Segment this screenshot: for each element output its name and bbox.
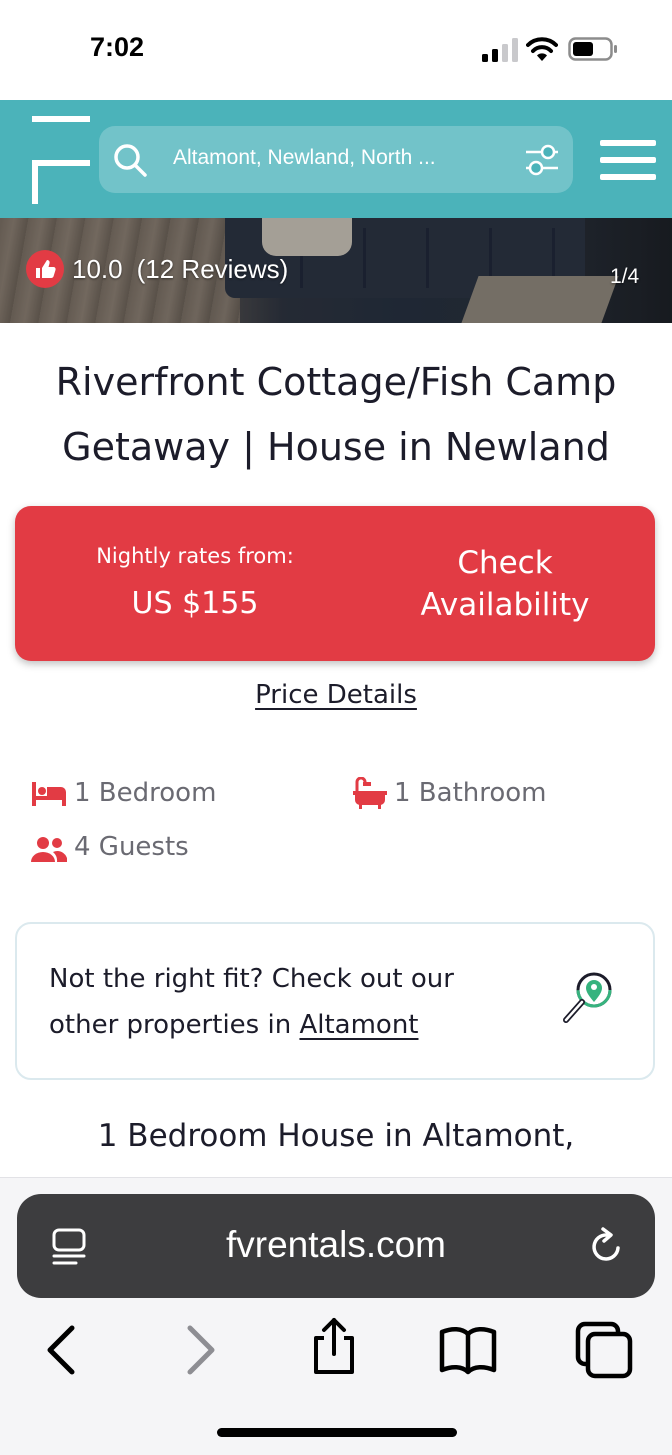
site-logo-icon[interactable]: [30, 116, 92, 204]
url-text[interactable]: fvrentals.com: [17, 1224, 655, 1266]
nightly-rate-label: Nightly rates from:: [96, 544, 294, 568]
battery-icon: [568, 37, 617, 61]
status-time: 7:02: [90, 32, 145, 62]
fit-text-line-2: other properties in Altamont: [49, 1010, 419, 1040]
share-icon[interactable]: [304, 1316, 364, 1376]
cellular-signal-icon: [482, 38, 518, 62]
forward-icon[interactable]: [170, 1320, 230, 1380]
guests-icon: [31, 837, 67, 862]
tabs-icon[interactable]: [574, 1320, 634, 1380]
reload-icon[interactable]: [585, 1226, 627, 1268]
home-indicator: [217, 1428, 457, 1437]
fit-text-line-1: Not the right fit? Check out our: [49, 964, 454, 994]
rating-summary: 10.0 (12 Reviews): [72, 254, 288, 285]
nightly-price: US $155: [131, 586, 259, 621]
bathtub-icon: [353, 777, 387, 809]
review-count[interactable]: (12 Reviews): [137, 254, 289, 284]
bookmarks-icon[interactable]: [438, 1320, 498, 1380]
wifi-icon: [526, 37, 558, 61]
rating-score: 10.0: [72, 254, 123, 284]
filter-icon[interactable]: [524, 143, 560, 177]
listing-title: Riverfront Cottage/Fish Camp Getaway | H…: [55, 360, 617, 469]
price-details-link[interactable]: Price Details: [0, 680, 672, 710]
hamburger-menu-icon[interactable]: [600, 138, 656, 182]
other-properties-card: [15, 922, 655, 1080]
guest-count: 4 Guests: [74, 832, 189, 862]
back-icon[interactable]: [30, 1320, 90, 1380]
check-availability-button[interactable]: Check Availability: [380, 542, 630, 626]
fit-text-prefix: other properties in: [49, 1010, 300, 1040]
bathroom-count: 1 Bathroom: [394, 778, 547, 808]
section-heading: 1 Bedroom House in Altamont,: [97, 1118, 575, 1154]
map-search-icon: [563, 972, 612, 1023]
bedroom-count: 1 Bedroom: [74, 778, 217, 808]
bed-icon: [32, 782, 66, 806]
search-input[interactable]: Altamont, Newland, North ...: [173, 146, 436, 170]
altamont-link[interactable]: Altamont: [299, 1010, 418, 1040]
thumbs-up-icon: [26, 250, 64, 288]
search-icon: [114, 144, 147, 177]
photo-counter: 1/4: [610, 265, 640, 288]
